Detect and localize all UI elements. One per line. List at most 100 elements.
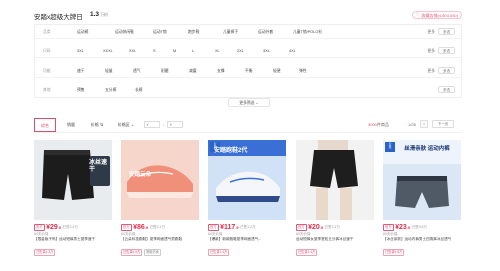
price-cents: .9 <box>319 225 324 230</box>
result-count-suffix: 件商品 <box>376 121 389 127</box>
product-image[interactable]: 安踏云朵 <box>121 140 199 220</box>
filter-option[interactable]: 运动休闲鞋 <box>115 30 134 35</box>
filter-option[interactable]: 预售 <box>77 88 85 93</box>
prev-page-button[interactable]: < <box>420 120 428 128</box>
price-main: ¥20 <box>308 224 320 231</box>
product-title[interactable]: 【爆款】新款跑鞋夏季网面透气... <box>208 237 286 247</box>
price-row: 官方 ¥23.9 已售9.8万 <box>383 223 461 232</box>
product-image[interactable] <box>296 140 374 220</box>
page-total: /25 <box>410 121 416 127</box>
filter-option[interactable]: 透气 <box>133 69 141 74</box>
price-row: 官方 ¥117.9 已售1.2万 <box>208 223 286 232</box>
price-main: ¥29 <box>46 224 58 231</box>
sales-badge: 已售量3.4万 <box>296 249 318 256</box>
product-image[interactable]: 冰丝速干 <box>34 140 112 220</box>
sort-tab-price[interactable]: 价格 ⇅ <box>86 118 108 132</box>
follower-count-value: 1.3 <box>90 11 100 18</box>
product-promo-text: 冰丝速干 <box>89 160 108 173</box>
filter-option[interactable]: 轻量 <box>105 69 113 74</box>
filter-option[interactable]: 儿童T恤/POLO衫 <box>293 30 322 35</box>
filter-row-other: 其他 预售 五分裤 长裤 多选 <box>35 83 461 97</box>
filter-label: 尺码 <box>43 49 51 53</box>
filter-option[interactable]: XXL <box>129 49 136 53</box>
price-min-input[interactable]: ¥ <box>144 120 160 128</box>
filter-label: 品类 <box>43 30 51 34</box>
filter-more-button[interactable]: 更多 <box>427 69 435 74</box>
sort-tab-sales[interactable]: 销量 <box>62 118 80 132</box>
sort-arrows-icon: ⇅ <box>99 122 104 127</box>
filter-option[interactable]: 轻便 <box>273 69 281 74</box>
product-promo-text: 丝滑亲肤 运动内裤 <box>404 146 450 152</box>
product-price: ¥20.9 <box>308 224 323 231</box>
product-card[interactable]: 冰丝速干 官方 ¥29.9 已售2.4万 60天价保 【限量版子码】运动短裤男士… <box>34 140 112 260</box>
sales-badge: 已售量5.9万 <box>121 249 143 256</box>
filter-option[interactable]: S <box>153 49 156 53</box>
product-image[interactable]: 安踏 安踏跑鞋2代 <box>208 140 286 220</box>
price-cents: .9 <box>235 225 239 230</box>
price-main: ¥23 <box>395 224 407 231</box>
filter-option[interactable]: 耐磨 <box>161 69 169 74</box>
filter-option[interactable]: 弹性 <box>299 69 307 74</box>
product-title[interactable]: 【冰丝亲肤】运动内裤男士四角裤冰丝透气 <box>383 237 461 247</box>
filter-row-category: 品类 运动裤 运动休闲鞋 运动T恤 跑步鞋 儿童裤子 运动外套 儿童T恤/POL… <box>35 25 461 39</box>
sort-tab-default[interactable]: 综合 <box>34 118 56 132</box>
badge-row: 已售量9.8万 <box>383 249 405 256</box>
filter-option[interactable]: 五分裤 <box>105 88 116 93</box>
filter-option[interactable]: 支撑 <box>217 69 225 74</box>
filter-option[interactable]: 3XL <box>263 49 270 53</box>
filter-more-button[interactable]: 更多 <box>427 49 435 54</box>
filter-option[interactable]: 平衡 <box>245 69 253 74</box>
filter-multi-button[interactable]: 多选 <box>438 28 455 35</box>
filter-option[interactable]: 运动外套 <box>258 30 273 35</box>
filter-multi-button[interactable]: 多选 <box>438 47 455 54</box>
product-card[interactable]: 安踏 丝滑亲肤 运动内裤 官方 ¥23.9 已售9.8万 60天价保 【冰丝亲肤… <box>383 140 461 260</box>
next-page-button[interactable]: 下一页 <box>432 120 454 128</box>
product-card[interactable]: 安踏 安踏跑鞋2代 官方 ¥117.9 已售1.2万 60天价保 【爆款】新款跑… <box>208 140 286 260</box>
filter-option[interactable]: XL <box>215 49 220 53</box>
filter-option[interactable]: M <box>173 49 176 53</box>
product-promo-text: 安踏云朵 <box>129 172 152 178</box>
sales-badge: 已售量2.4万 <box>208 249 230 256</box>
product-card[interactable]: 安踏云朵 官方 ¥86.9 已售2.1万 60天价保 【云朵科技跑鞋】夏季网面透… <box>121 140 199 260</box>
sort-bar: 综合 销量 价格 ⇅ 价格区 ⌄ ¥ - ¥ 3000件商品 1/25 < 下一… <box>34 115 462 133</box>
filter-option[interactable]: 减震 <box>189 69 197 74</box>
sold-count: 已售2.1万 <box>324 225 340 229</box>
price-cents: .9 <box>144 225 149 230</box>
model-photo <box>296 140 374 220</box>
store-header: 安踏x超级大牌日 1.3万粉 ♡ 收藏店铺(4,803,530) <box>34 10 462 22</box>
official-tag: 官方 <box>383 224 394 231</box>
filter-option[interactable]: 长裤 <box>135 88 143 93</box>
filter-more-button[interactable]: 更多 <box>427 30 435 35</box>
price-range-label: 价格区 <box>117 122 130 127</box>
filter-option[interactable]: 运动T恤 <box>153 30 167 35</box>
product-price: ¥29.9 <box>46 224 61 231</box>
filter-option[interactable]: 3XL <box>77 49 84 53</box>
filter-option[interactable]: 速干 <box>77 69 85 74</box>
price-range-dropdown[interactable]: 价格区 ⌄ <box>114 118 138 132</box>
filter-multi-button[interactable]: 多选 <box>438 67 455 74</box>
more-filters-button[interactable]: 更多筛选 ⌄ <box>228 98 270 107</box>
filter-option[interactable]: L <box>192 49 194 53</box>
product-title[interactable]: 运动短裤女夏季宽松五分裤冰丝速干 <box>296 237 374 247</box>
filter-option[interactable]: XXXL <box>103 49 113 53</box>
filter-multi-button[interactable]: 多选 <box>438 86 455 93</box>
filter-option[interactable]: 跑步鞋 <box>188 30 199 35</box>
product-title[interactable]: 【云朵科技跑鞋】夏季网面透气男跑鞋 <box>121 237 199 247</box>
sold-count: 已售2.1万 <box>149 225 165 229</box>
price-max-input[interactable]: ¥ <box>167 120 184 128</box>
filter-option[interactable]: 运动裤 <box>77 30 88 35</box>
filter-option[interactable]: 4XL <box>289 49 296 53</box>
product-card[interactable]: 官方 ¥20.9 已售2.1万 60天价保 运动短裤女夏季宽松五分裤冰丝速干 已… <box>296 140 374 260</box>
store-name[interactable]: 安踏x超级大牌日 <box>34 11 83 21</box>
product-image[interactable]: 安踏 丝滑亲肤 运动内裤 <box>383 140 461 220</box>
filter-option[interactable]: 儿童裤子 <box>223 30 238 35</box>
sold-count: 已售9.8万 <box>411 225 427 229</box>
sold-count: 已售2.4万 <box>62 225 78 229</box>
filter-panel: 品类 运动裤 运动休闲鞋 运动T恤 跑步鞋 儿童裤子 运动外套 儿童T恤/POL… <box>34 24 462 98</box>
filter-option[interactable]: 2XL <box>237 49 244 53</box>
sort-tab-price-label: 价格 <box>90 122 99 127</box>
product-title[interactable]: 【限量版子码】运动短裤男士夏季速干 <box>34 237 112 247</box>
sold-count: 已售1.2万 <box>240 225 256 229</box>
favorite-store-button[interactable]: ♡ 收藏店铺(4,803,530) <box>411 11 462 19</box>
page-indicator: 1/25 <box>408 122 416 127</box>
